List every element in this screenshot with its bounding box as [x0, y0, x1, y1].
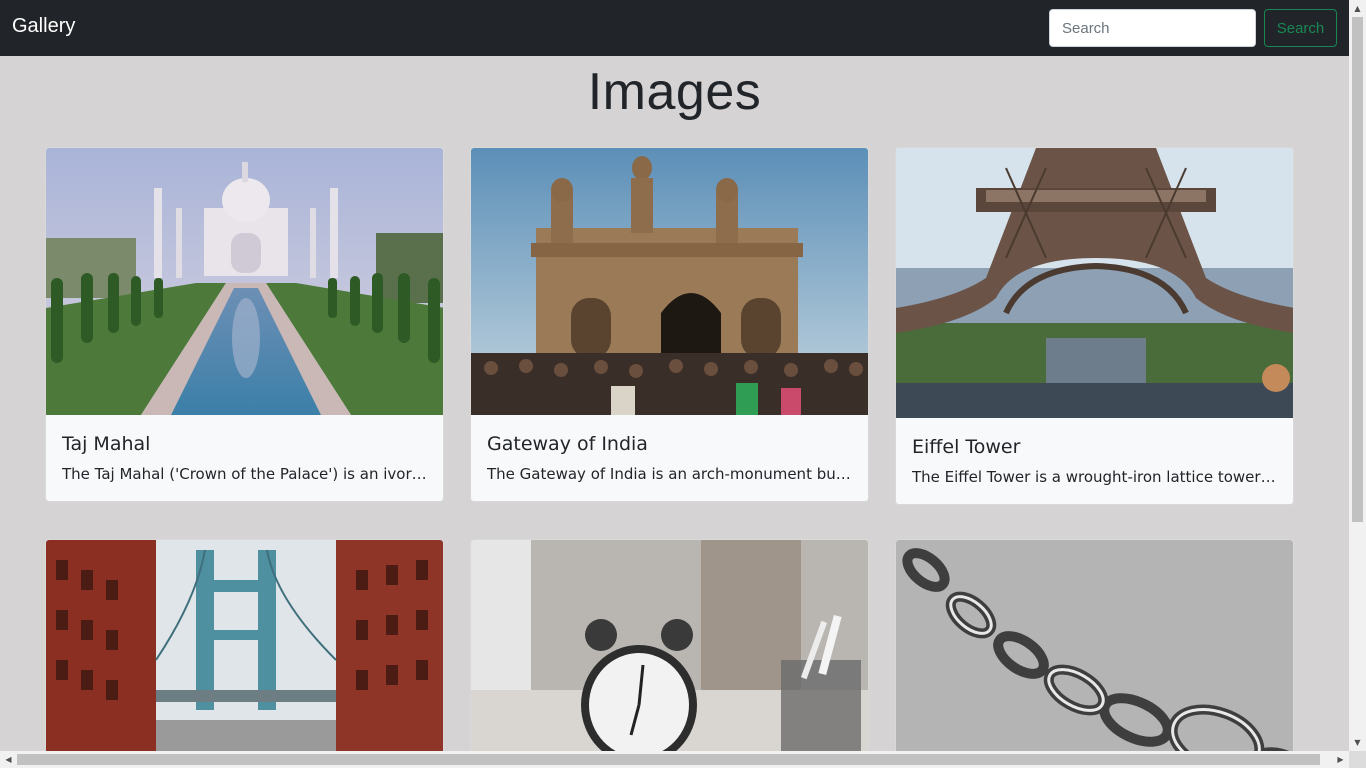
chain-links-image[interactable]	[896, 540, 1293, 768]
card-title: Eiffel Tower	[912, 436, 1021, 458]
brand-link[interactable]: Gallery	[12, 15, 75, 38]
card-text: The Gateway of India is an arch-monument…	[487, 465, 852, 483]
scroll-left-arrow-icon[interactable]: ◀	[0, 751, 17, 768]
search-input[interactable]	[1049, 9, 1256, 47]
eiffel-tower-image[interactable]	[896, 148, 1293, 418]
gateway-of-india-image[interactable]	[471, 148, 868, 415]
card-title: Taj Mahal	[62, 433, 151, 455]
card-gateway-of-india[interactable]: Gateway of India The Gateway of India is…	[470, 147, 869, 502]
card-text: The Taj Mahal ('Crown of the Palace') is…	[62, 465, 427, 483]
search-button[interactable]: Search	[1264, 9, 1337, 47]
card-taj-mahal[interactable]: Taj Mahal The Taj Mahal ('Crown of the P…	[45, 147, 444, 502]
scroll-up-arrow-icon[interactable]: ▲	[1349, 0, 1366, 17]
scroll-right-arrow-icon[interactable]: ▶	[1332, 751, 1349, 768]
vertical-scroll-thumb[interactable]	[1352, 17, 1363, 522]
page-title: Images	[587, 63, 762, 121]
alarm-clock-image[interactable]	[471, 540, 868, 768]
scrollbar-corner	[1349, 751, 1366, 768]
card-eiffel-tower[interactable]: Eiffel Tower The Eiffel Tower is a wroug…	[895, 147, 1294, 505]
card-title: Gateway of India	[487, 433, 648, 455]
navbar: Gallery Search	[0, 0, 1349, 56]
card-text: The Eiffel Tower is a wrought-iron latti…	[912, 468, 1277, 486]
taj-mahal-image[interactable]	[46, 148, 443, 415]
scroll-down-arrow-icon[interactable]: ▼	[1349, 734, 1366, 751]
manhattan-bridge-image[interactable]	[46, 540, 443, 768]
card-manhattan-bridge[interactable]	[45, 539, 444, 768]
vertical-scrollbar[interactable]: ▲ ▼	[1349, 0, 1366, 751]
horizontal-scroll-thumb[interactable]	[17, 754, 1320, 765]
card-alarm-clock[interactable]	[470, 539, 869, 768]
card-chain-links[interactable]	[895, 539, 1294, 768]
horizontal-scrollbar[interactable]: ◀ ▶	[0, 751, 1349, 768]
